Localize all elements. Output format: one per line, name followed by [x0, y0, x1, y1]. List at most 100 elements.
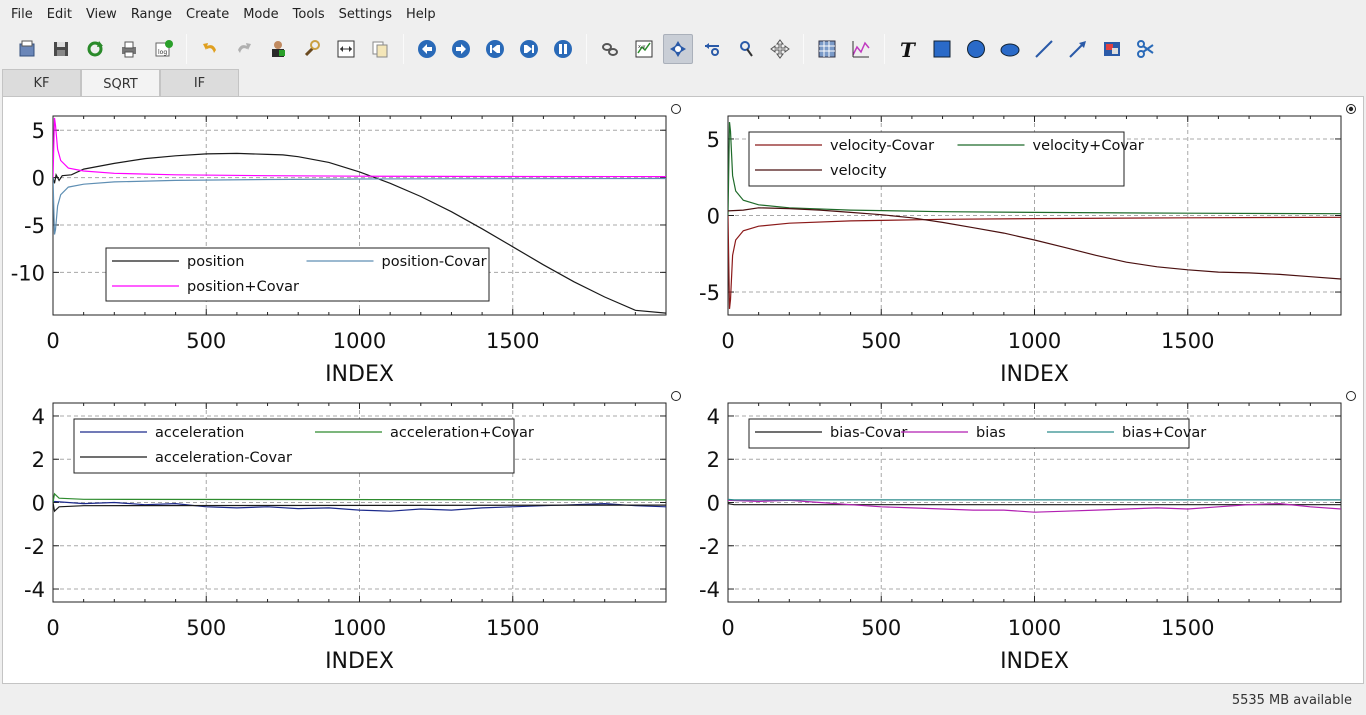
pause-icon	[554, 40, 572, 58]
menu-settings[interactable]: Settings	[332, 0, 399, 30]
print-button[interactable]	[114, 34, 144, 64]
user-button[interactable]	[263, 34, 293, 64]
x-tick-label: 1000	[333, 616, 386, 640]
x-axis-label: INDEX	[325, 649, 394, 674]
legend[interactable]: position position-Covar position+Covar	[105, 247, 490, 302]
grid-button[interactable]	[812, 34, 842, 64]
plots-canvas[interactable]: 0 500 1000 150050-5-10INDEXposition position…	[3, 97, 1365, 685]
fit-button[interactable]	[331, 34, 361, 64]
legend-label: bias	[976, 425, 1006, 441]
x-tick-label: 0	[46, 329, 59, 353]
print-preview-icon	[19, 40, 35, 57]
y-tick-label: -2	[24, 535, 45, 559]
scissors-icon	[1137, 40, 1154, 58]
menu-tools[interactable]: Tools	[286, 0, 332, 30]
x-axis-label: INDEX	[1000, 362, 1069, 387]
pause-button[interactable]	[548, 34, 578, 64]
x-tick-label: 1000	[1008, 616, 1061, 640]
scissors-button[interactable]	[1131, 34, 1161, 64]
x-tick-label: 500	[861, 329, 901, 353]
plot-2[interactable]: 0 500 1000 150050-5INDEXvelocity-Covar veloc…	[699, 104, 1356, 388]
y-tick-label: -4	[24, 578, 45, 602]
redo-button[interactable]	[229, 34, 259, 64]
print-preview-button[interactable]	[12, 34, 42, 64]
unlink-icon	[602, 43, 618, 56]
plot-select-handle[interactable]	[671, 391, 681, 401]
save-button[interactable]	[46, 34, 76, 64]
wave-button[interactable]	[846, 34, 876, 64]
menu-view[interactable]: View	[79, 0, 124, 30]
reload-button[interactable]	[80, 34, 110, 64]
ellipse-icon	[1000, 43, 1020, 57]
y-tick-label: -5	[24, 214, 45, 238]
first-button[interactable]	[480, 34, 510, 64]
plot-select-handle[interactable]	[671, 104, 681, 114]
rectangle-button[interactable]	[927, 34, 957, 64]
text-button[interactable]: T	[893, 34, 923, 64]
x-tick-label: 1500	[1161, 329, 1214, 353]
x-tick-label: 0	[721, 616, 734, 640]
copy-button[interactable]	[365, 34, 395, 64]
last-button[interactable]	[514, 34, 544, 64]
circle-button[interactable]	[961, 34, 991, 64]
menu-mode[interactable]: Mode	[236, 0, 285, 30]
ellipse-button[interactable]	[995, 34, 1025, 64]
plot-select-handle[interactable]	[1346, 391, 1356, 401]
x-tick-label: 500	[861, 616, 901, 640]
menu-edit[interactable]: Edit	[40, 0, 79, 30]
grid-icon	[818, 40, 836, 58]
series-line-bias-covar	[728, 498, 1341, 501]
zoom-pointer-button[interactable]	[731, 34, 761, 64]
menu-file[interactable]: File	[4, 0, 40, 30]
plot-3[interactable]: 0 500 1000 1500420-2-4INDEXacceleration acce…	[24, 391, 681, 675]
legend[interactable]: velocity-Covar velocity+Covar velocity	[748, 131, 1144, 187]
menu-range[interactable]: Range	[124, 0, 179, 30]
zoom-select-icon	[670, 41, 686, 57]
x-tick-label: 0	[721, 329, 734, 353]
wave-icon	[852, 41, 870, 58]
search-tool-button[interactable]	[297, 34, 327, 64]
image-button[interactable]	[1097, 34, 1127, 64]
y-tick-label: -10	[11, 261, 45, 285]
undo-button[interactable]	[195, 34, 225, 64]
line-icon	[1035, 40, 1053, 58]
first-icon	[486, 40, 504, 58]
legend[interactable]: bias-Covar bias bias+Covar	[748, 418, 1206, 449]
menu-create[interactable]: Create	[179, 0, 236, 30]
legend-label: position-Covar	[382, 254, 487, 270]
image-icon	[1104, 42, 1120, 56]
tab-if[interactable]: IF	[160, 69, 239, 97]
reload-icon	[87, 41, 103, 57]
legend[interactable]: acceleration acceleration+Covar accelerati…	[73, 418, 534, 474]
tab-bar: KF SQRT IF	[2, 69, 239, 98]
back-button[interactable]	[412, 34, 442, 64]
plot-workspace[interactable]: 0 500 1000 1500 5 0 -5 -10 INDEX position position…	[2, 96, 1364, 684]
x-axis-label: INDEX	[325, 362, 394, 387]
arrow-button[interactable]	[1063, 34, 1093, 64]
plot-4[interactable]: 0 500 1000 1500420-2-4INDEXbias-Covar bias bi…	[699, 391, 1356, 675]
y-tick-label: 0	[707, 205, 720, 229]
menu-help[interactable]: Help	[399, 0, 443, 30]
zoom-x-button[interactable]	[697, 34, 727, 64]
toolbar-separator	[586, 34, 587, 64]
import-log-button[interactable]: log	[148, 34, 178, 64]
line-button[interactable]	[1029, 34, 1059, 64]
forward-icon	[452, 40, 470, 58]
unlink-button[interactable]	[595, 34, 625, 64]
zoom-select-button[interactable]	[663, 34, 693, 64]
tab-kf[interactable]: KF	[2, 69, 81, 97]
pan-button[interactable]	[765, 34, 795, 64]
y-tick-label: 2	[32, 448, 45, 472]
memory-status: 5535 MB available	[1231, 693, 1352, 708]
plot-1[interactable]: 0 500 1000 150050-5-10INDEXposition position…	[11, 104, 681, 388]
user-icon	[272, 41, 285, 57]
x-tick-label: 1500	[486, 616, 539, 640]
toolbar: log x,y T	[0, 30, 1366, 68]
tab-sqrt[interactable]: SQRT	[81, 69, 160, 98]
svg-text:log: log	[158, 49, 167, 56]
xy-plot-button[interactable]: x,y	[629, 34, 659, 64]
circle-icon	[967, 40, 985, 58]
forward-button[interactable]	[446, 34, 476, 64]
back-icon	[418, 40, 436, 58]
legend-label: acceleration+Covar	[390, 425, 534, 441]
